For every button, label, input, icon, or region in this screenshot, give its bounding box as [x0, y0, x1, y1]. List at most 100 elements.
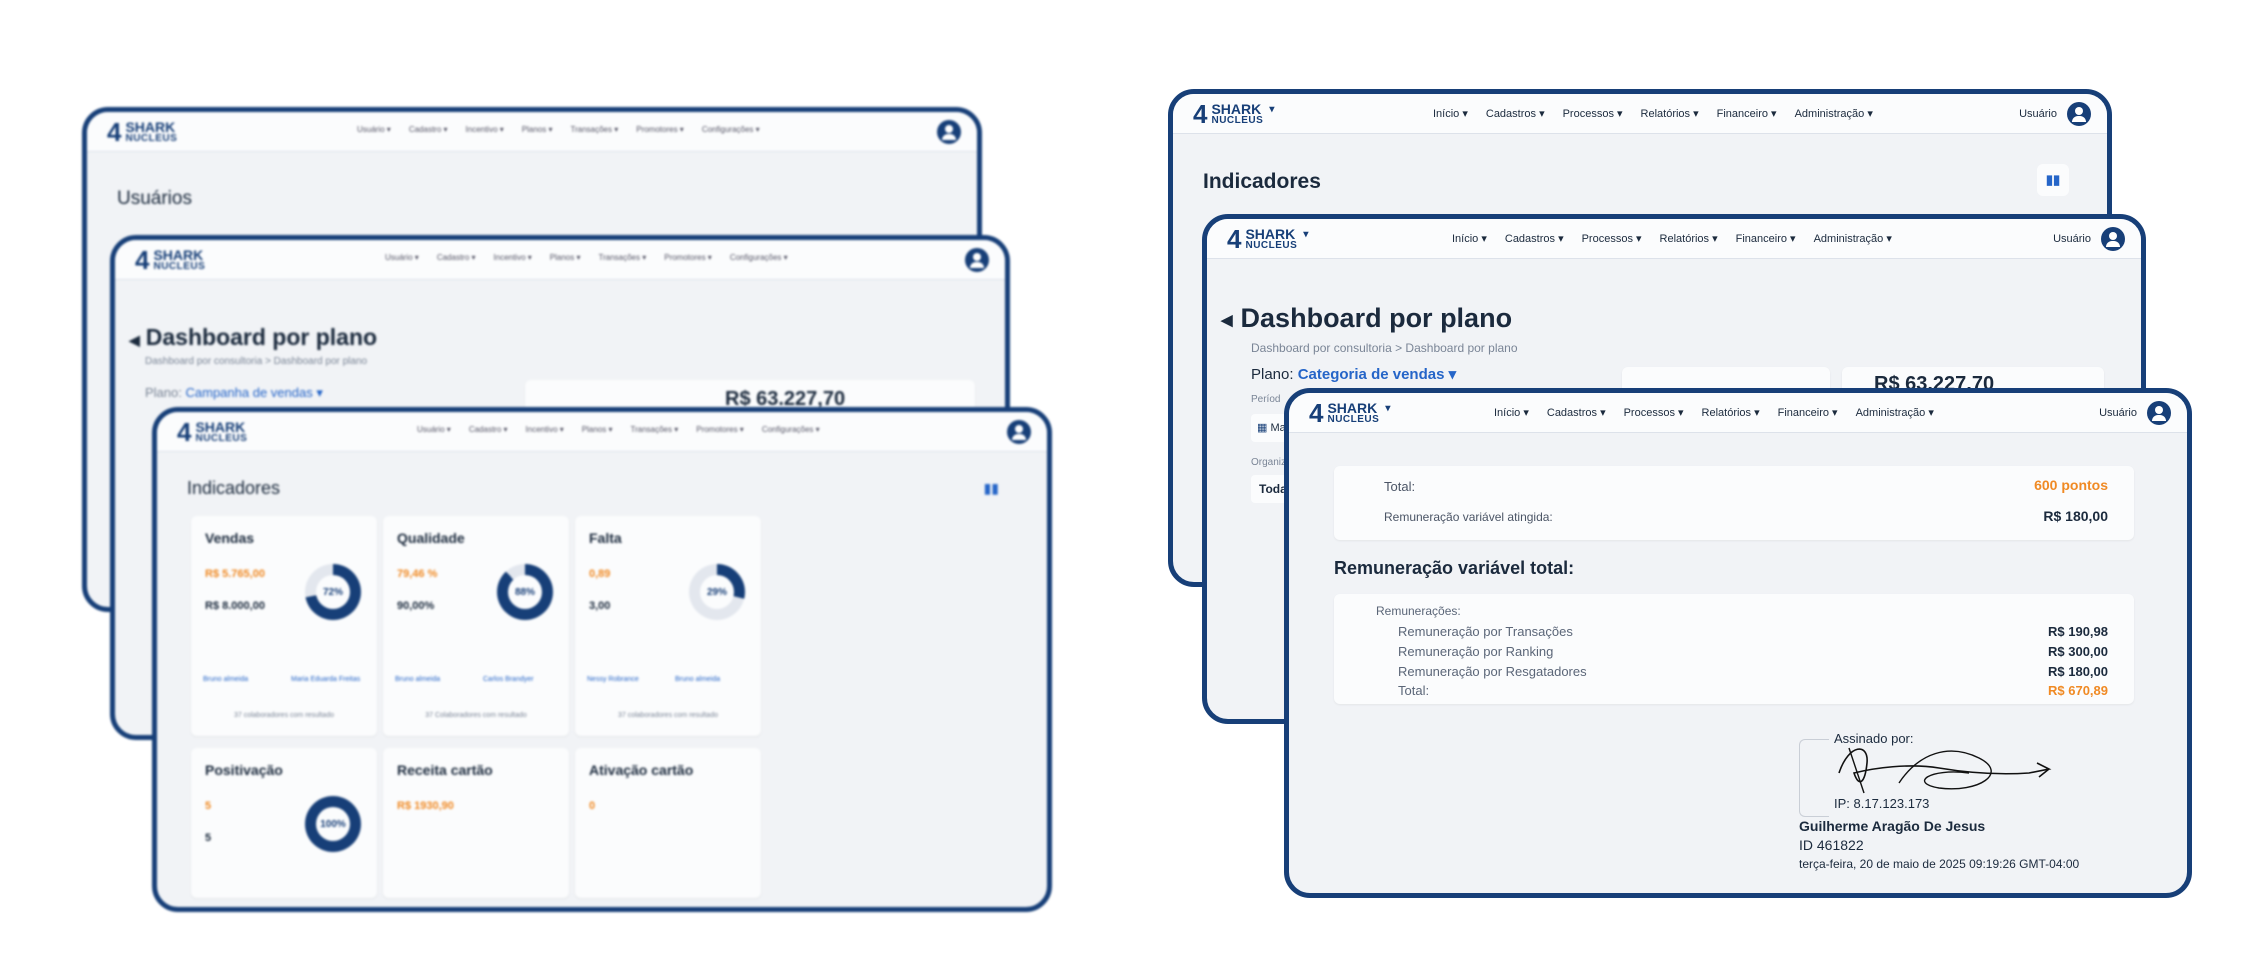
logo-text: SHARK: [153, 246, 204, 263]
page-title-text: Dashboard por plano: [1240, 303, 1513, 333]
plan-label: Plano:: [1251, 366, 1294, 383]
menu-item-financeiro[interactable]: Financeiro ▾: [1717, 107, 1777, 120]
logo-number: 4: [1227, 223, 1242, 254]
breadcrumb[interactable]: Dashboard por consultoria > Dashboard po…: [1251, 341, 1518, 355]
indicator-card[interactable]: Positivação 5 5 100%: [191, 748, 377, 898]
menu-item[interactable]: Transações ▾: [570, 125, 618, 134]
chevron-down-icon[interactable]: ▾: [1385, 403, 1390, 414]
rva-value: R$ 180,00: [2043, 508, 2108, 524]
menu-item[interactable]: Incentivo ▾: [526, 425, 564, 434]
menu-item[interactable]: Promotores ▾: [664, 253, 712, 262]
indicator-footer: 37 Colaboradores com resultado: [425, 712, 527, 719]
menu-item-inicio[interactable]: Início ▾: [1494, 406, 1529, 419]
menu-item[interactable]: Usuário ▾: [357, 125, 391, 134]
chart-icon[interactable]: ▮▮: [984, 480, 999, 497]
organization-label: Organiz: [1251, 457, 1287, 468]
breadcrumb[interactable]: Dashboard por consultoria > Dashboard po…: [145, 356, 367, 367]
menu-item[interactable]: Configurações ▾: [730, 253, 788, 262]
indicator-card[interactable]: Falta 0,89 3,00 29% Nessy Robrance Bruno alme…: [575, 516, 761, 736]
progress-percent: 100%: [316, 807, 350, 841]
logo[interactable]: 4 SHARK NUCLEUS: [107, 119, 177, 145]
plan-dropdown[interactable]: Categoria de vendas ▾: [1298, 366, 1456, 383]
menu-item-cadastros[interactable]: Cadastros ▾: [1547, 406, 1606, 419]
plan-dropdown[interactable]: Campanha de vendas ▾: [186, 385, 323, 400]
plan-selector[interactable]: Plano: Campanha de vendas ▾: [145, 385, 323, 401]
logo[interactable]: 4 SHARK NUCLEUS: [177, 419, 247, 445]
indicator-card[interactable]: Ativação cartão 0: [575, 748, 761, 898]
menu-item[interactable]: Cadastro ▾: [437, 253, 476, 262]
indicator-title: Falta: [589, 530, 622, 546]
logo[interactable]: 4 SHARK NUCLEUS ▾: [1227, 226, 1308, 252]
menu-item-relatorios[interactable]: Relatórios ▾: [1660, 232, 1718, 245]
top-collaborator[interactable]: Maria Eduarda Freitas: [291, 676, 360, 683]
menu-item-cadastros[interactable]: Cadastros ▾: [1486, 107, 1545, 120]
progress-percent: 88%: [508, 575, 542, 609]
menu-item-cadastros[interactable]: Cadastros ▾: [1505, 232, 1564, 245]
menu-item[interactable]: Promotores ▾: [636, 125, 684, 134]
top-collaborator[interactable]: Bruno almeida: [203, 676, 248, 683]
indicator-result: R$ 5.765,00: [205, 568, 265, 580]
menu-item-financeiro[interactable]: Financeiro ▾: [1778, 406, 1838, 419]
indicator-result: 5: [205, 800, 212, 812]
logo[interactable]: 4 SHARK NUCLEUS ▾: [1309, 400, 1390, 426]
menu-item-inicio[interactable]: Início ▾: [1452, 232, 1487, 245]
menu-item[interactable]: Usuário ▾: [417, 425, 451, 434]
back-arrow-icon[interactable]: ◀: [129, 332, 140, 348]
menu-item[interactable]: Configurações ▾: [762, 425, 820, 434]
indicator-card[interactable]: Vendas R$ 5.765,00 R$ 8.000,00 72% Bruno alm…: [191, 516, 377, 736]
indicator-card[interactable]: Qualidade 79,46 % 90,00% 88% Bruno almeida Ca…: [383, 516, 569, 736]
logo-number: 4: [135, 244, 150, 275]
menu-item-processos[interactable]: Processos ▾: [1582, 232, 1642, 245]
menu-item[interactable]: Promotores ▾: [696, 425, 744, 434]
menu-item[interactable]: Usuário ▾: [385, 253, 419, 262]
menu-item-financeiro[interactable]: Financeiro ▾: [1736, 232, 1796, 245]
menu-item-administracao[interactable]: Administração ▾: [1856, 406, 1934, 419]
chevron-down-icon[interactable]: ▾: [1269, 104, 1274, 115]
menu-item-administracao[interactable]: Administração ▾: [1795, 107, 1873, 120]
menu-item[interactable]: Transações ▾: [630, 425, 678, 434]
menu-item[interactable]: Incentivo ▾: [466, 125, 504, 134]
logo-subtext: NUCLEUS: [125, 132, 178, 144]
logo[interactable]: 4 SHARK NUCLEUS ▾: [1193, 101, 1274, 127]
nav-bar: 4 SHARK NUCLEUS ▾ Início ▾ Cadastros ▾ Pr…: [1289, 393, 2187, 433]
menu-item[interactable]: Planos ▾: [522, 125, 553, 134]
user-menu[interactable]: Usuário: [2053, 227, 2125, 251]
main-menu: Usuário ▾ Cadastro ▾ Incentivo ▾ Planos …: [417, 425, 820, 434]
user-menu[interactable]: Usuário: [2099, 401, 2171, 425]
user-menu[interactable]: [1007, 420, 1031, 444]
menu-item[interactable]: Cadastro ▾: [409, 125, 448, 134]
back-arrow-icon[interactable]: ◀: [1221, 312, 1233, 329]
menu-item-processos[interactable]: Processos ▾: [1563, 107, 1623, 120]
plan-selector[interactable]: Plano: Categoria de vendas ▾: [1251, 365, 1456, 383]
menu-item[interactable]: Transações ▾: [598, 253, 646, 262]
chevron-down-icon[interactable]: ▾: [1303, 229, 1308, 240]
menu-item[interactable]: Incentivo ▾: [494, 253, 532, 262]
logo-subtext: NUCLEUS: [153, 260, 206, 272]
handwritten-signature: [1838, 747, 2052, 794]
logo[interactable]: 4 SHARK NUCLEUS: [135, 247, 205, 273]
menu-item[interactable]: Configurações ▾: [702, 125, 760, 134]
top-collaborator[interactable]: Bruno almeida: [675, 676, 720, 683]
menu-item-inicio[interactable]: Início ▾: [1433, 107, 1468, 120]
user-avatar-icon: [2147, 401, 2171, 425]
indicator-goal: 3,00: [589, 600, 611, 612]
menu-item-administracao[interactable]: Administração ▾: [1814, 232, 1892, 245]
indicator-result: 0: [589, 800, 596, 812]
top-collaborator[interactable]: Bruno almeida: [395, 676, 440, 683]
indicator-card[interactable]: Receita cartão R$ 1930,90: [383, 748, 569, 898]
menu-item[interactable]: Planos ▾: [582, 425, 613, 434]
user-menu[interactable]: Usuário: [2019, 102, 2091, 126]
plan-label: Plano:: [145, 385, 182, 400]
signer-ip: IP: 8.17.123.173: [1834, 796, 1930, 811]
user-menu[interactable]: [937, 120, 961, 144]
user-menu[interactable]: [965, 248, 989, 272]
top-collaborator[interactable]: Carlos Brandyer: [483, 676, 534, 683]
menu-item[interactable]: Planos ▾: [550, 253, 581, 262]
menu-item-relatorios[interactable]: Relatórios ▾: [1702, 406, 1760, 419]
remuneration-row-label: Remuneração por Transações: [1398, 624, 1573, 639]
menu-item-processos[interactable]: Processos ▾: [1624, 406, 1684, 419]
menu-item-relatorios[interactable]: Relatórios ▾: [1641, 107, 1699, 120]
menu-item[interactable]: Cadastro ▾: [469, 425, 508, 434]
chart-icon[interactable]: ▮▮: [2037, 164, 2069, 196]
top-collaborator[interactable]: Nessy Robrance: [587, 676, 639, 683]
